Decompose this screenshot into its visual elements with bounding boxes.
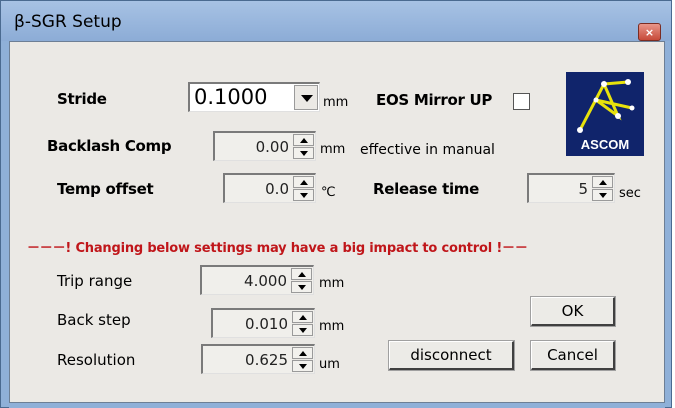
backlash-comp-unit: mm: [320, 142, 346, 157]
backlash-comp-field[interactable]: 0.00: [213, 131, 316, 161]
ok-button[interactable]: OK: [530, 296, 616, 327]
warning-text: －－－! Changing below settings may have a …: [27, 241, 528, 256]
back-step-spinner[interactable]: [292, 311, 313, 336]
spin-down-icon[interactable]: [293, 189, 314, 201]
back-step-field[interactable]: 0.010: [211, 308, 315, 338]
resolution-unit: um: [319, 357, 340, 372]
release-time-unit: sec: [619, 186, 641, 201]
back-step-unit: mm: [319, 319, 345, 334]
temp-offset-label: Temp offset: [57, 180, 154, 198]
trip-range-label: Trip range: [57, 272, 133, 290]
temp-offset-unit: ℃: [321, 185, 336, 200]
spin-down-icon[interactable]: [293, 147, 314, 159]
spin-up-icon[interactable]: [293, 134, 314, 146]
disconnect-button[interactable]: disconnect: [388, 340, 515, 371]
release-time-spinner[interactable]: [592, 176, 613, 201]
backlash-comp-value: 0.00: [255, 138, 289, 156]
spin-down-icon[interactable]: [292, 360, 313, 372]
release-time-label: Release time: [373, 180, 479, 198]
release-time-field[interactable]: 5: [527, 173, 615, 203]
spin-down-icon[interactable]: [291, 281, 312, 293]
backlash-comp-spinner[interactable]: [293, 134, 314, 159]
cancel-button[interactable]: Cancel: [530, 340, 616, 371]
temp-offset-field[interactable]: 0.0: [223, 173, 316, 203]
resolution-field[interactable]: 0.625: [201, 344, 315, 374]
chevron-down-icon[interactable]: [294, 85, 318, 110]
release-time-value: 5: [578, 180, 588, 198]
stride-unit: mm: [323, 95, 349, 110]
backlash-comp-note: effective in manual: [360, 142, 495, 158]
close-button[interactable]: ×: [638, 23, 661, 41]
backlash-comp-label: Backlash Comp: [47, 137, 172, 155]
trip-range-field[interactable]: 4.000: [200, 265, 314, 295]
temp-offset-spinner[interactable]: [293, 176, 314, 201]
ascom-logo-text: ASCOM: [580, 137, 630, 152]
trip-range-unit: mm: [319, 276, 345, 291]
spin-up-icon[interactable]: [292, 347, 313, 359]
stride-label: Stride: [57, 90, 107, 108]
spin-up-icon[interactable]: [293, 176, 314, 188]
back-step-value: 0.010: [245, 315, 288, 333]
trip-range-value: 4.000: [244, 272, 287, 290]
close-icon: ×: [644, 25, 655, 39]
eos-mirror-up-checkbox[interactable]: [513, 93, 530, 110]
title-bar[interactable]: β-SGR Setup ×: [1, 1, 671, 41]
resolution-spinner[interactable]: [292, 347, 313, 372]
spin-up-icon[interactable]: [592, 176, 613, 188]
ascom-logo: ASCOM: [566, 72, 644, 156]
resolution-value: 0.625: [245, 351, 288, 369]
temp-offset-value: 0.0: [265, 180, 289, 198]
setup-window: β-SGR Setup × Stride 0.1000 mm EOS Mirro…: [0, 0, 672, 408]
spin-down-icon[interactable]: [592, 189, 613, 201]
dialog-body: Stride 0.1000 mm EOS Mirror UP ASCOM Bac…: [9, 41, 665, 403]
stride-value: 0.1000: [194, 85, 268, 109]
back-step-label: Back step: [57, 311, 131, 329]
spin-up-icon[interactable]: [291, 268, 312, 280]
stride-select[interactable]: 0.1000: [188, 82, 320, 112]
spin-up-icon[interactable]: [292, 311, 313, 323]
eos-mirror-up-label: EOS Mirror UP: [376, 91, 493, 109]
resolution-label: Resolution: [57, 351, 136, 369]
spin-down-icon[interactable]: [292, 324, 313, 336]
window-bottom-border: [9, 403, 665, 408]
window-title: β-SGR Setup: [14, 12, 122, 32]
trip-range-spinner[interactable]: [291, 268, 312, 293]
